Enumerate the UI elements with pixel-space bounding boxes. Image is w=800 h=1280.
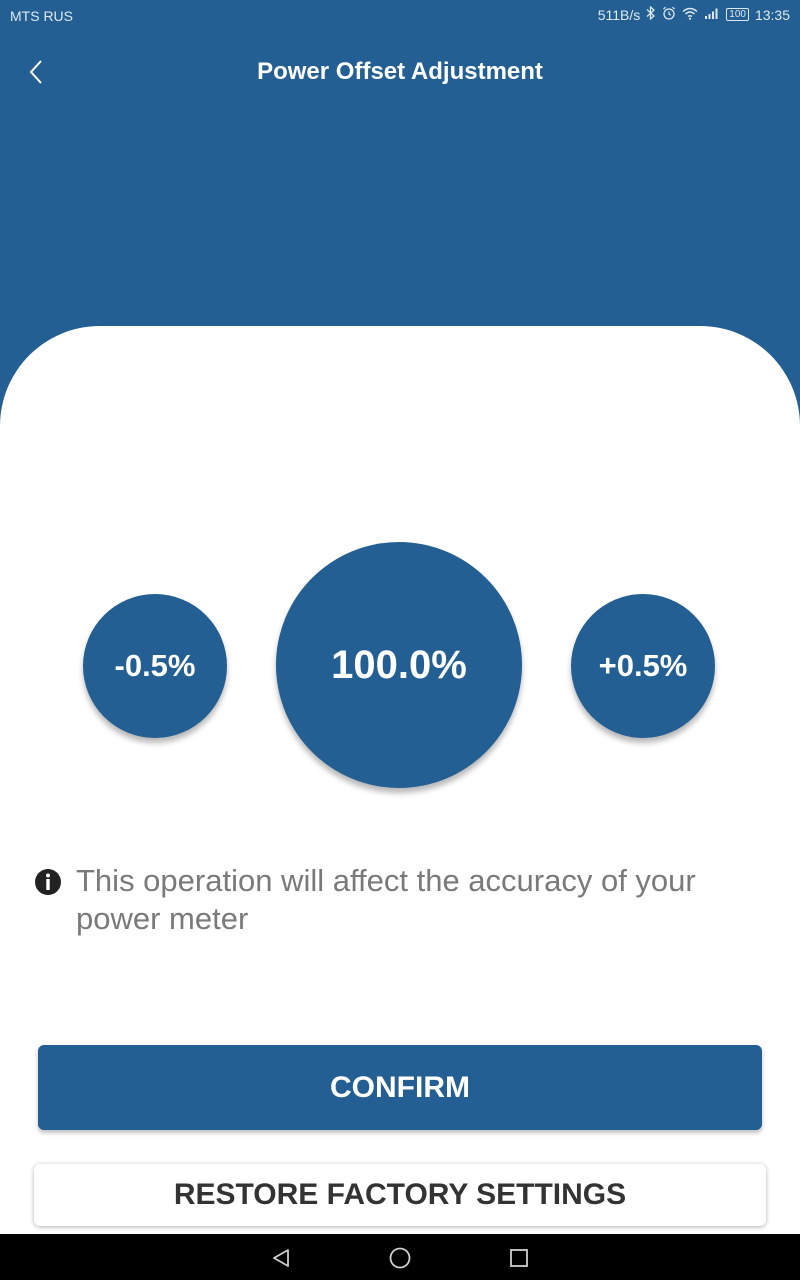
- confirm-label: CONFIRM: [330, 1070, 470, 1104]
- nav-home-button[interactable]: [386, 1244, 414, 1272]
- decrease-button[interactable]: -0.5%: [83, 594, 227, 738]
- offset-value-display: 100.0%: [276, 542, 522, 788]
- back-triangle-icon: [273, 1249, 289, 1267]
- signal-icon: [704, 7, 720, 23]
- navigation-bar: [0, 1234, 800, 1280]
- info-icon: [35, 869, 61, 895]
- increase-label: +0.5%: [598, 648, 688, 683]
- carrier-label: MTS RUS: [10, 8, 73, 24]
- offset-value: 100.0%: [331, 642, 467, 687]
- notice-text: This operation will affect the accuracy …: [76, 863, 696, 936]
- battery-icon: 100: [726, 8, 749, 21]
- network-speed: 511B/s: [597, 6, 641, 23]
- screen: MTS RUS 511B/s 100 13:35 Power Offset Ad…: [0, 0, 800, 1280]
- confirm-button[interactable]: CONFIRM: [38, 1045, 762, 1130]
- accuracy-notice: This operation will affect the accuracy …: [34, 862, 764, 938]
- adjustment-card: -0.5% 100.0% +0.5% This operation will a…: [0, 326, 800, 1234]
- status-indicators: 511B/s 100 13:35: [597, 5, 790, 23]
- page-title: Power Offset Adjustment: [257, 58, 543, 85]
- bluetooth-icon: [646, 5, 656, 23]
- restore-factory-settings-button[interactable]: RESTORE FACTORY SETTINGS: [34, 1164, 766, 1226]
- home-circle-icon: [389, 1247, 411, 1269]
- decrease-label: -0.5%: [114, 648, 196, 683]
- nav-back-button[interactable]: [267, 1244, 295, 1272]
- recents-square-icon: [510, 1249, 528, 1267]
- wifi-icon: [682, 7, 698, 23]
- alarm-icon: [662, 6, 676, 23]
- clock: 13:35: [754, 6, 790, 23]
- restore-label: RESTORE FACTORY SETTINGS: [173, 1178, 627, 1211]
- nav-recents-button[interactable]: [505, 1244, 533, 1272]
- increase-button[interactable]: +0.5%: [571, 594, 715, 738]
- status-bar: MTS RUS 511B/s 100 13:35: [0, 0, 800, 32]
